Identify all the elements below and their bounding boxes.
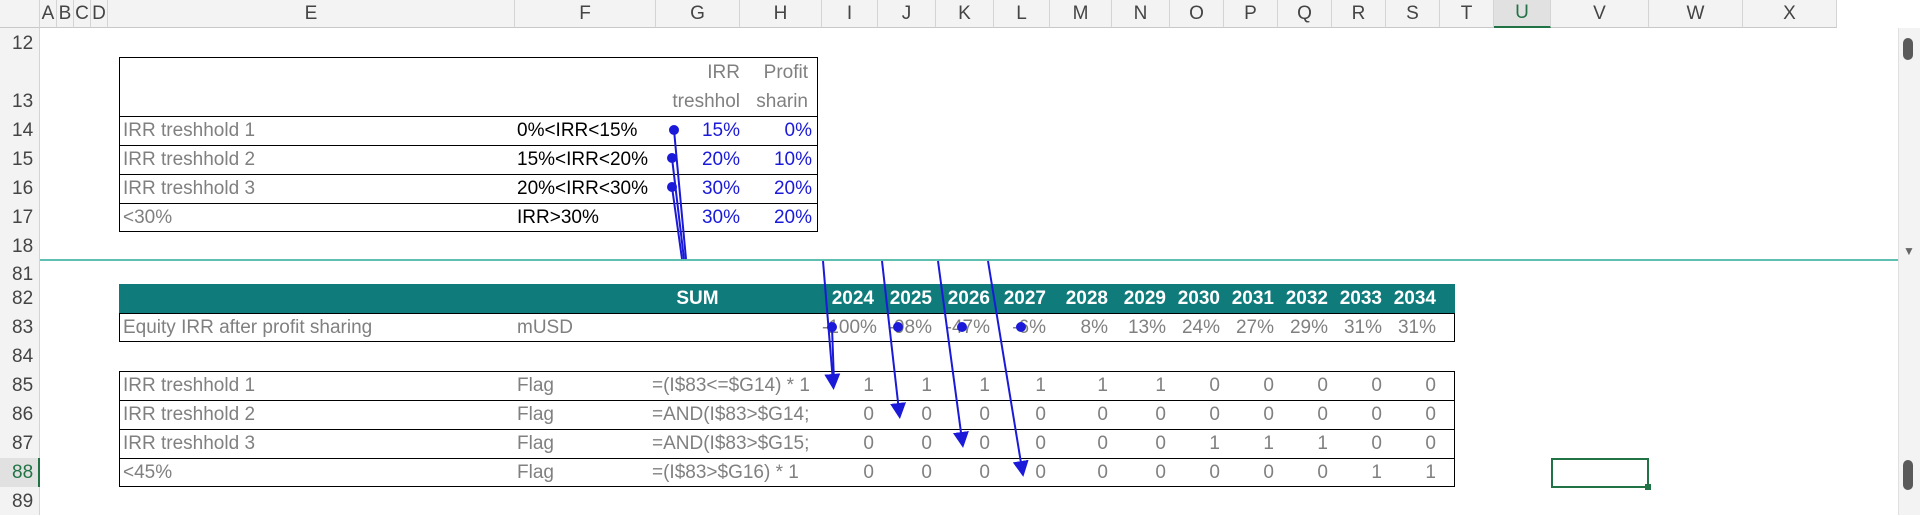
scroll-down-arrow[interactable]: ▼ xyxy=(1903,244,1915,258)
trace-precedent-arrows xyxy=(667,125,1029,477)
trace-line-J86 xyxy=(881,260,907,419)
scrollbar-thumb-top-pane[interactable] xyxy=(1903,38,1913,60)
trace-line-I85 xyxy=(822,260,841,390)
trace-line-L88 xyxy=(987,260,1029,477)
vertical-scrollbar[interactable] xyxy=(1898,28,1920,515)
scrollbar-thumb-bottom-pane[interactable] xyxy=(1903,460,1913,490)
trace-line-K87 xyxy=(937,260,969,448)
spreadsheet-grid[interactable]: ABCDEFGHIJKLMNOPQRSTUVWX 12 13 14 15 16 17 18 8… xyxy=(0,0,1920,515)
